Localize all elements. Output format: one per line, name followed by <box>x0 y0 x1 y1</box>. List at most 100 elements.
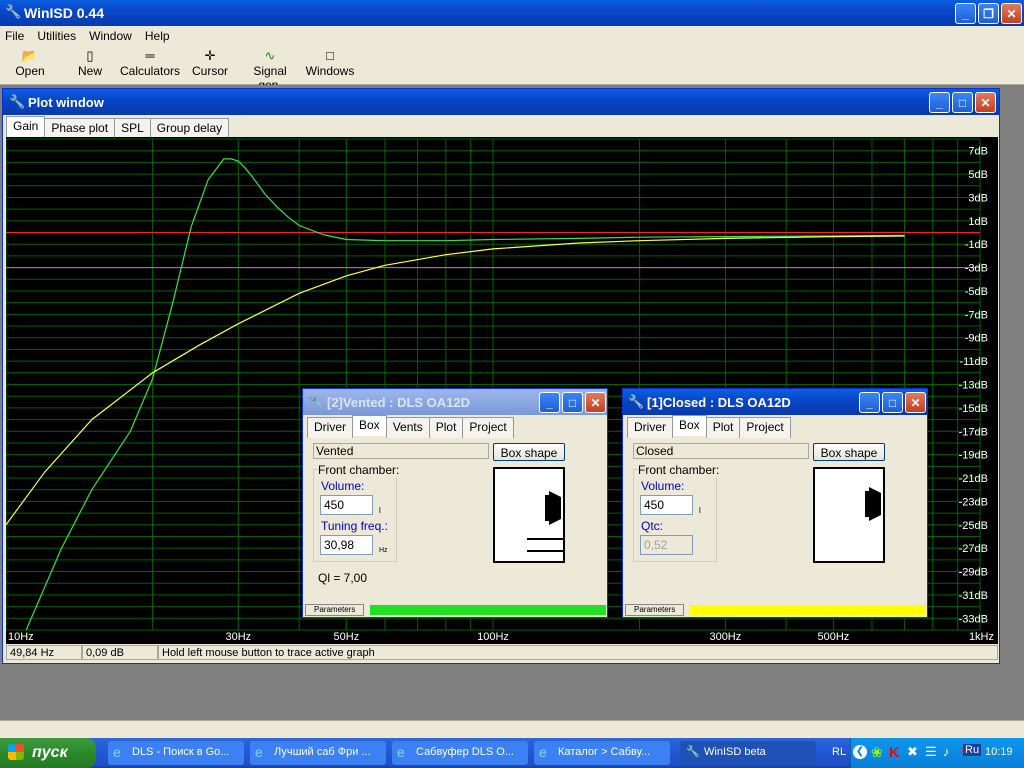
closed-qtc-input[interactable]: 0,52 <box>640 535 693 555</box>
vented-close-button[interactable]: ✕ <box>585 392 606 413</box>
ie-icon: e <box>397 744 405 760</box>
language-indicator[interactable]: RL <box>832 746 846 758</box>
ie-icon: e <box>255 744 263 760</box>
tray-network2-icon[interactable]: ☰ <box>925 744 937 760</box>
windows-logo-icon <box>8 744 24 760</box>
vented-tab-plot[interactable]: Plot <box>428 417 464 438</box>
closed-tab-box[interactable]: Box <box>672 415 707 436</box>
plot-close-button[interactable]: ✕ <box>975 92 996 113</box>
closed-minimize-button[interactable]: _ <box>859 392 880 413</box>
vented-box-shape-button[interactable]: Box shape <box>493 443 565 461</box>
vented-tab-project[interactable]: Project <box>462 417 514 438</box>
x-tick-label: 50Hz <box>334 631 360 643</box>
menu-help[interactable]: Help <box>140 26 175 46</box>
ie-icon: e <box>539 744 547 760</box>
closed-window-icon: 🔧 <box>628 394 645 409</box>
closed-titlebar[interactable]: 🔧 [1]Closed : DLS OA12D _ □ ✕ <box>623 389 927 415</box>
vented-tuning-unit: Hz <box>379 547 388 554</box>
vented-tuning-label: Tuning freq.: <box>321 519 388 533</box>
tray-speaker-icon[interactable]: ♪ <box>943 744 950 759</box>
x-tick-label: 1kHz <box>969 631 994 643</box>
y-tick-label: -3dB <box>965 263 988 275</box>
cursor-gain: 0,09 dB <box>82 645 158 660</box>
x-tick-label: 100Hz <box>477 631 509 643</box>
restore-button[interactable]: ❐ <box>978 3 999 24</box>
tray-network-icon[interactable]: ✖ <box>907 744 918 760</box>
calculators-button[interactable]: ═ Calculators <box>120 48 180 78</box>
vented-tab-driver[interactable]: Driver <box>307 417 353 438</box>
signal-generator-icon: ∿ <box>264 48 276 63</box>
y-tick-label: -33dB <box>959 613 988 625</box>
closed-tab-project[interactable]: Project <box>739 417 791 438</box>
vented-tuning-input[interactable]: 30,98 <box>320 535 373 555</box>
plot-window-icon: 🔧 <box>9 94 26 109</box>
plot-tabs: Gain Phase plot SPL Group delay <box>6 116 230 139</box>
y-tick-label: -25dB <box>959 520 988 532</box>
task-item[interactable]: e Лучший саб Фри ... <box>250 741 386 765</box>
plot-window-titlebar[interactable]: 🔧 Plot window _ □ ✕ <box>3 89 999 115</box>
vented-maximize-button[interactable]: □ <box>562 392 583 413</box>
closed-box-shape-button[interactable]: Box shape <box>813 443 885 461</box>
menu-window[interactable]: Window <box>84 26 137 46</box>
y-tick-label: -23dB <box>959 496 988 508</box>
closed-volume-label: Volume: <box>641 479 685 493</box>
vented-tab-vents[interactable]: Vents <box>385 417 430 438</box>
cursor-frequency: 49,84 Hz <box>6 645 82 660</box>
closed-params-tab[interactable]: Parameters <box>625 604 685 616</box>
plot-status-bar: 49,84 Hz 0,09 dB Hold left mouse button … <box>6 645 998 662</box>
windows-button[interactable]: □ Windows <box>300 48 360 78</box>
tray-antivirus-icon[interactable]: K <box>889 744 899 760</box>
menu-utilities[interactable]: Utilities <box>32 26 81 46</box>
vented-tab-box[interactable]: Box <box>352 415 387 436</box>
open-button[interactable]: 📂 Open <box>0 48 60 78</box>
crosshair-icon: ✛ <box>204 48 216 63</box>
y-tick-label: 5dB <box>968 169 988 181</box>
closed-close-button[interactable]: ✕ <box>905 392 926 413</box>
closed-maximize-button[interactable]: □ <box>882 392 903 413</box>
vented-params-tab[interactable]: Parameters <box>305 604 365 616</box>
tray-flower-icon[interactable]: ❀ <box>871 744 883 761</box>
app-title: WinISD 0.44 <box>24 5 105 21</box>
y-tick-label: -29dB <box>959 567 988 579</box>
menu-file[interactable]: File <box>0 26 29 46</box>
plot-minimize-button[interactable]: _ <box>929 92 950 113</box>
y-tick-label: -5dB <box>965 286 988 298</box>
winisd-icon: 🔧 <box>686 746 700 758</box>
y-tick-label: 3dB <box>968 192 988 204</box>
task-item[interactable]: e DLS - Поиск в Go... <box>108 741 244 765</box>
vented-volume-input[interactable]: 450 <box>320 495 373 515</box>
ie-icon: e <box>113 744 121 760</box>
start-button[interactable]: пуск <box>0 738 96 768</box>
vented-minimize-button[interactable]: _ <box>539 392 560 413</box>
vented-titlebar[interactable]: 🔧 [2]Vented : DLS OA12D _ □ ✕ <box>303 389 607 415</box>
y-tick-label: -21dB <box>959 473 988 485</box>
y-tick-label: -11dB <box>959 356 988 368</box>
minimize-button[interactable]: _ <box>955 3 976 24</box>
keyboard-layout[interactable]: Ru <box>963 744 982 756</box>
calculator-icon: ═ <box>145 48 155 63</box>
toolbar: 📂 Open ▯ New ═ Calculators ✛ Cursor ∿ Si… <box>0 46 1024 92</box>
x-tick-label: 500Hz <box>817 631 849 643</box>
tab-gain[interactable]: Gain <box>6 116 46 137</box>
vented-box-type: Vented <box>313 443 489 459</box>
task-item[interactable]: e Каталог > Сабву... <box>534 741 670 765</box>
tab-group-delay[interactable]: Group delay <box>149 118 230 139</box>
closed-tab-plot[interactable]: Plot <box>705 417 741 438</box>
app-titlebar[interactable]: 🔧 WinISD 0.44 _ ❐ ✕ <box>0 0 1024 26</box>
close-button[interactable]: ✕ <box>1001 3 1022 24</box>
closed-tab-driver[interactable]: Driver <box>627 417 673 438</box>
tray-expand-icon[interactable]: ❮ <box>853 745 867 759</box>
tab-phase-plot[interactable]: Phase plot <box>44 118 116 139</box>
closed-volume-input[interactable]: 450 <box>640 495 693 515</box>
vented-box-shape-preview <box>493 467 565 563</box>
task-item[interactable]: e Сабвуфер DLS O... <box>392 741 528 765</box>
task-item-active[interactable]: 🔧 WinISD beta <box>680 741 816 765</box>
y-tick-label: 7dB <box>968 146 988 158</box>
new-button[interactable]: ▯ New <box>60 48 120 78</box>
cursor-button[interactable]: ✛ Cursor <box>180 48 240 78</box>
menu-bar: File Utilities Window Help <box>0 26 1024 46</box>
y-tick-label: -19dB <box>959 450 988 462</box>
closed-front-chamber-label: Front chamber: <box>638 463 720 477</box>
plot-maximize-button[interactable]: □ <box>952 92 973 113</box>
tab-spl[interactable]: SPL <box>114 118 151 139</box>
